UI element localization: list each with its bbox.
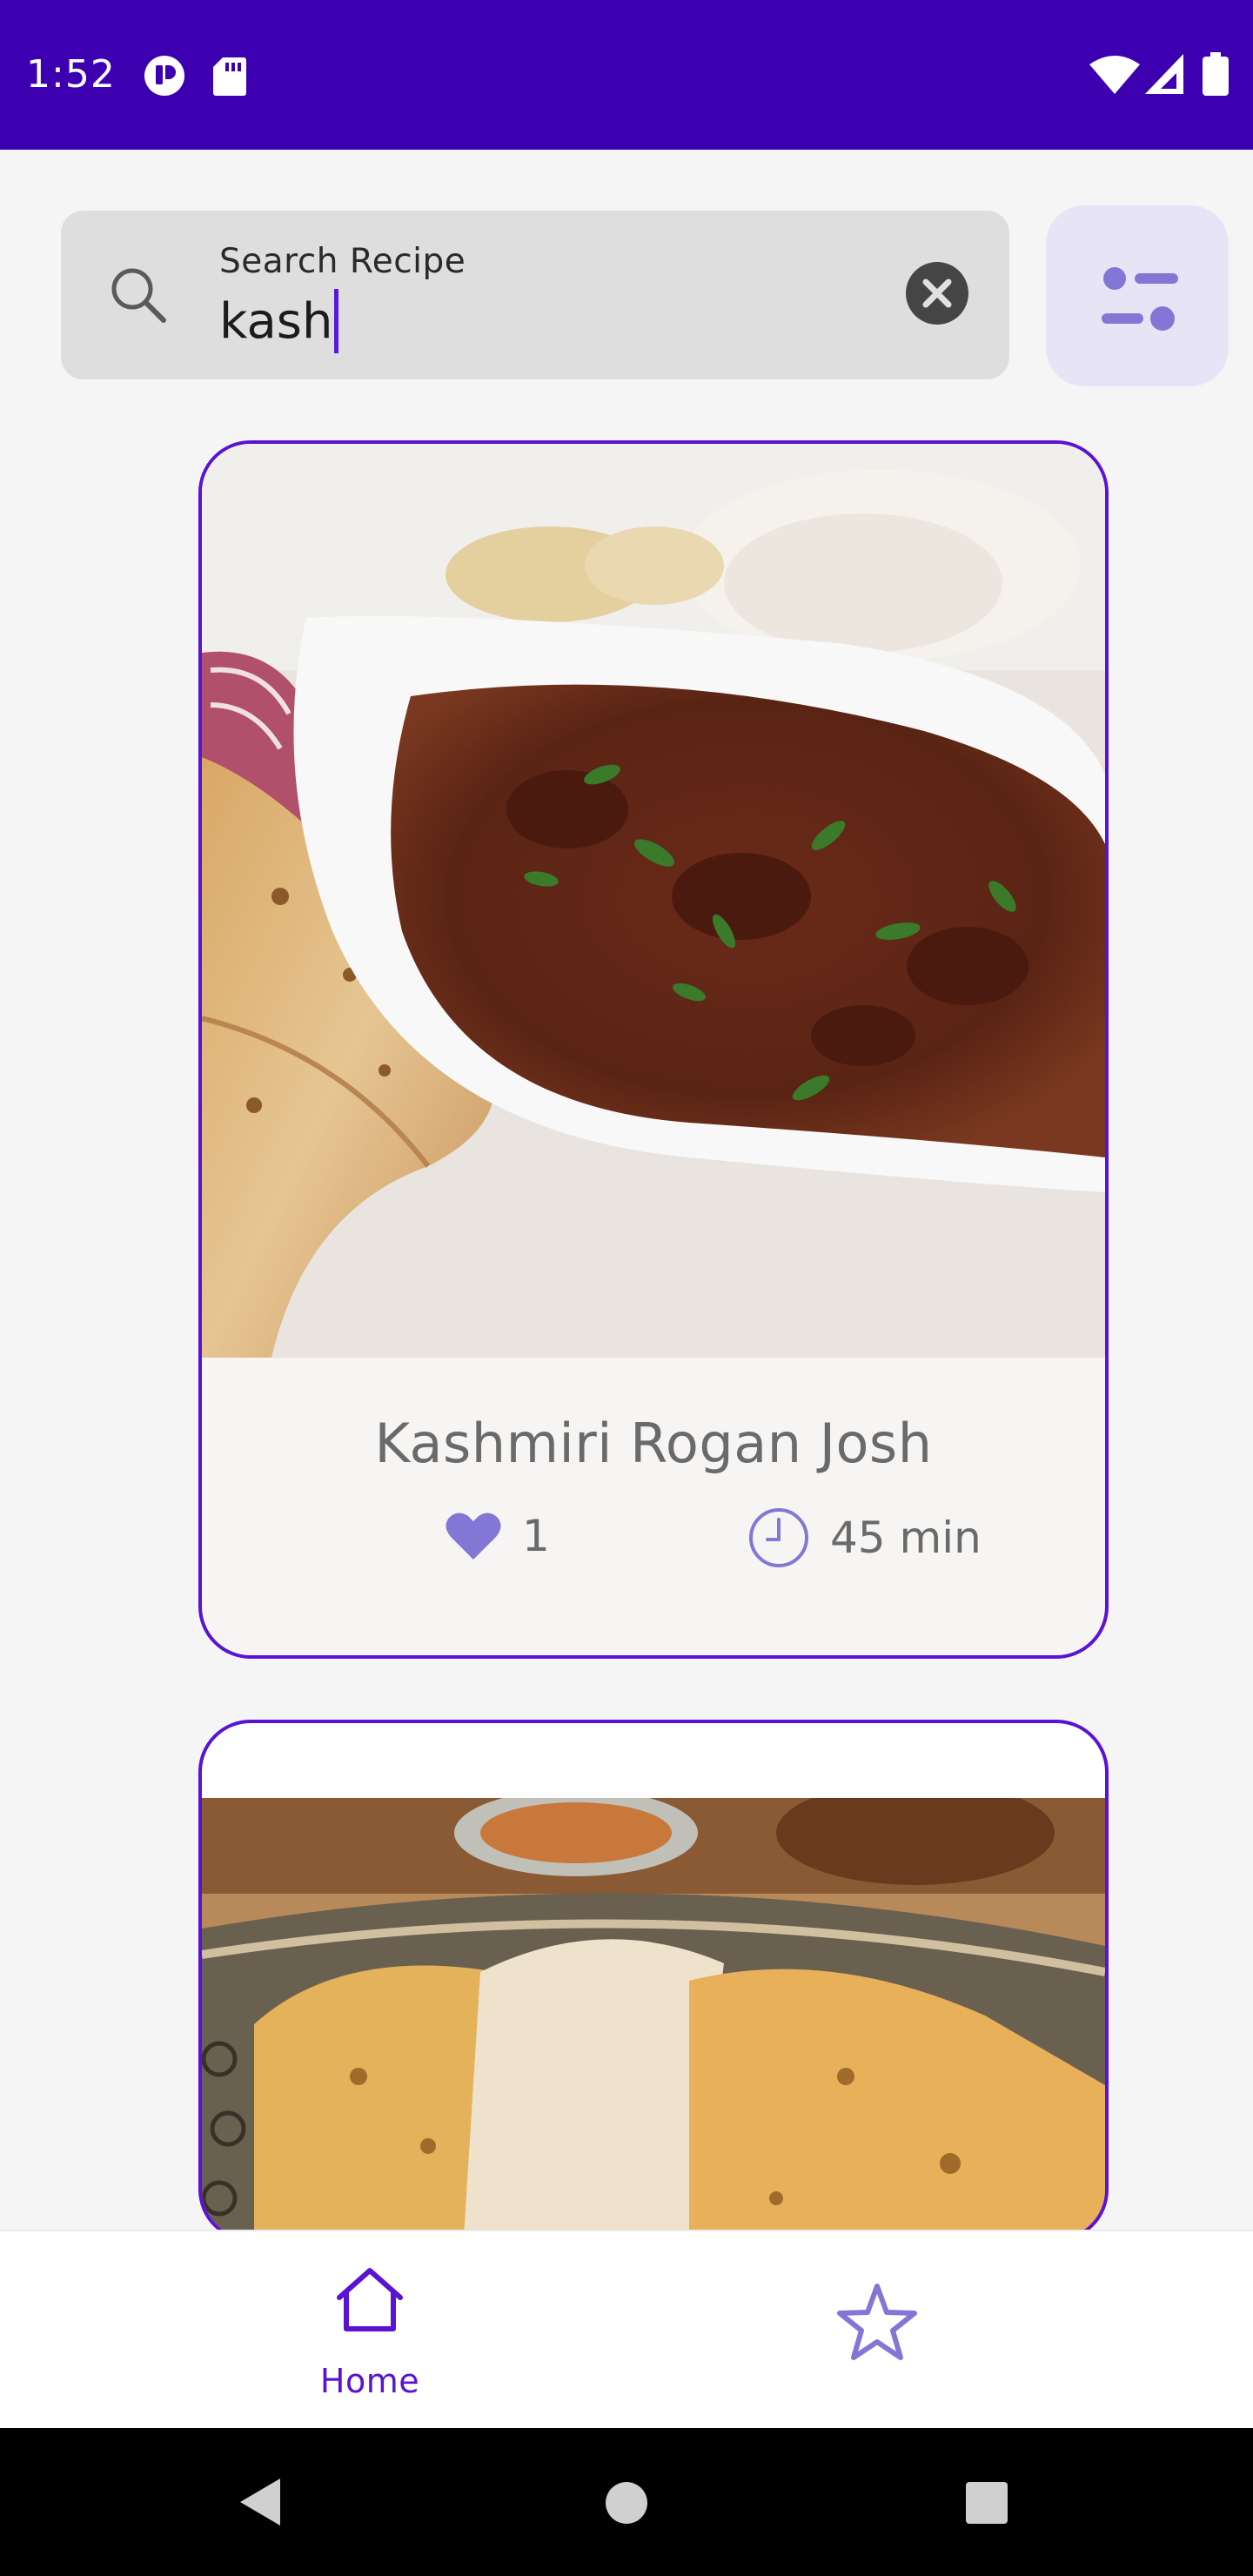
- clear-search-icon[interactable]: [905, 261, 969, 325]
- recents-icon[interactable]: [964, 2480, 1009, 2526]
- star-icon: [837, 2284, 917, 2360]
- search-icon: [111, 268, 166, 323]
- wifi-icon: [1089, 56, 1140, 94]
- text-cursor: [334, 289, 339, 353]
- nav-home-label: Home: [319, 2362, 420, 2400]
- filter-button[interactable]: [1046, 205, 1229, 386]
- cell-signal-icon: [1145, 54, 1183, 94]
- app-notification-icon: [144, 56, 184, 96]
- battery-icon: [1203, 52, 1229, 96]
- search-input-value: kash: [219, 292, 333, 350]
- recipe-title: Kashmiri Rogan Josh: [374, 1412, 933, 1475]
- search-label: Search Recipe: [219, 242, 466, 281]
- recipe-card[interactable]: [198, 1720, 1109, 2242]
- bottom-navigation: Home: [0, 2230, 1253, 2430]
- likes-count: 1: [522, 1511, 550, 1561]
- status-time: 1:52: [26, 52, 116, 97]
- recipe-cook-time: 45 min: [748, 1507, 982, 1568]
- status-bar: 1:52: [0, 0, 1253, 150]
- filter-sliders-icon: [1102, 267, 1178, 331]
- heart-icon: [446, 1513, 501, 1560]
- recipe-likes: 1: [446, 1511, 550, 1561]
- back-icon[interactable]: [235, 2475, 285, 2529]
- sd-card-icon: [213, 57, 246, 96]
- home-icon: [337, 2268, 403, 2331]
- clock-icon: [749, 1508, 808, 1567]
- search-input[interactable]: kash: [219, 289, 339, 353]
- cook-time-text: 45 min: [830, 1513, 982, 1563]
- recipe-photo: [202, 444, 1105, 1358]
- recipe-photo: [202, 1798, 1105, 2238]
- nav-favorites[interactable]: [835, 2282, 919, 2365]
- search-field[interactable]: Search Recipe kash: [61, 211, 1009, 379]
- home-circle-icon[interactable]: [604, 2480, 649, 2526]
- system-navigation-bar: [0, 2428, 1253, 2576]
- recipe-card[interactable]: Kashmiri Rogan Josh 1 45 min: [198, 440, 1109, 1659]
- nav-home[interactable]: Home: [278, 2266, 461, 2405]
